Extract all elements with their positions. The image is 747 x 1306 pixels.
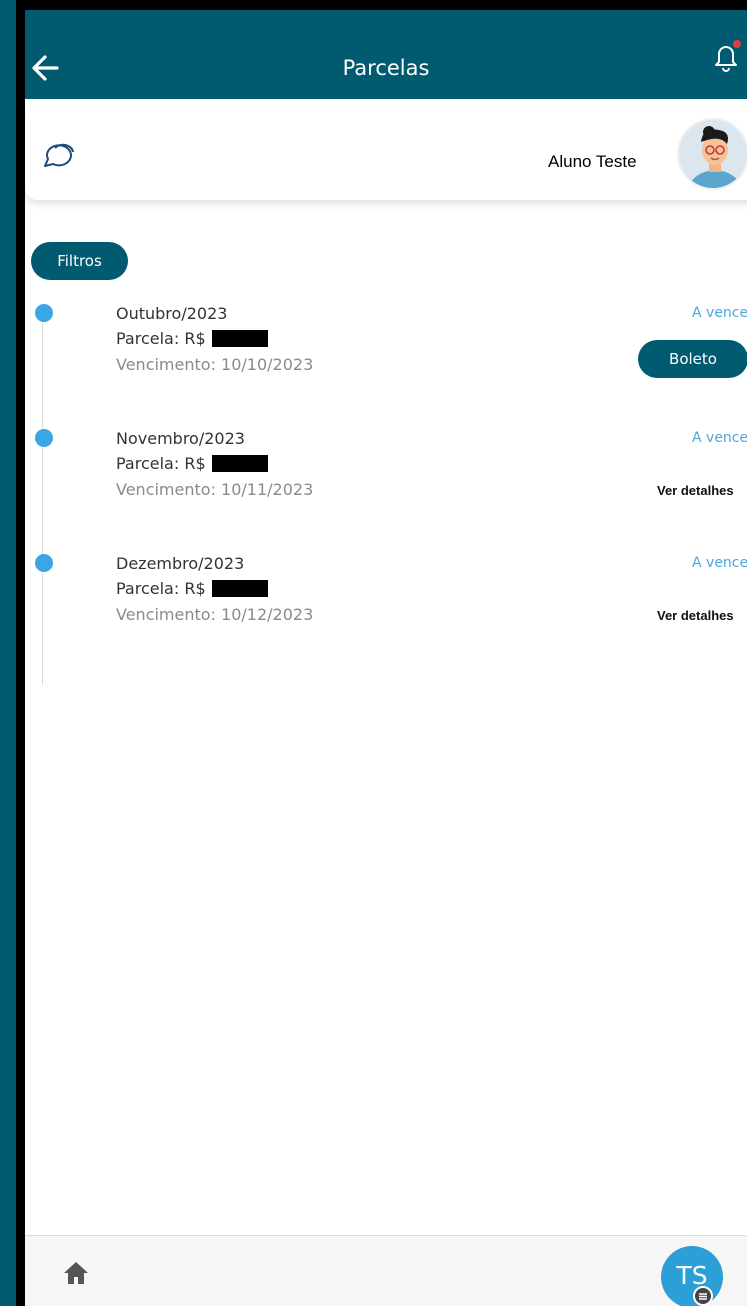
- status-badge: A vencer: [692, 430, 747, 446]
- redacted-amount: [211, 455, 268, 472]
- status-badge: A vencer: [692, 555, 747, 571]
- installment-amount: Parcela: R$: [116, 329, 268, 348]
- view-details-link[interactable]: Ver detalhes: [657, 608, 734, 623]
- view-details-link[interactable]: Ver detalhes: [657, 483, 734, 498]
- chat-button[interactable]: [41, 136, 77, 172]
- timeline-dot: [35, 554, 53, 572]
- boleto-button[interactable]: Boleto: [638, 340, 747, 378]
- timeline-dot: [35, 304, 53, 322]
- redacted-amount: [211, 580, 268, 597]
- device-frame-top: [0, 0, 747, 10]
- device-frame-bezel: [16, 10, 25, 1306]
- profile-card: Aluno Teste: [25, 108, 747, 200]
- installment-due-date: Vencimento: 10/11/2023: [116, 480, 314, 499]
- status-badge: A vencer: [692, 305, 747, 321]
- installment-due-date: Vencimento: 10/12/2023: [116, 605, 314, 624]
- installment-amount: Parcela: R$: [116, 579, 268, 598]
- redacted-amount: [211, 330, 268, 347]
- installment-amount-label: Parcela: R$: [116, 454, 206, 473]
- timeline-dot: [35, 429, 53, 447]
- app-screen: Parcelas Aluno Teste Filtros Outubro/202…: [25, 18, 747, 1306]
- installment-month: Outubro/2023: [116, 304, 228, 323]
- user-name: Aluno Teste: [548, 152, 637, 171]
- home-icon: [64, 1262, 88, 1284]
- page-title: Parcelas: [342, 56, 430, 80]
- chat-icon: [44, 143, 74, 167]
- installment-amount-label: Parcela: R$: [116, 579, 206, 598]
- user-menu-button[interactable]: TS: [661, 1246, 723, 1306]
- timeline-line: [42, 313, 43, 685]
- notification-badge: [733, 40, 741, 48]
- avatar[interactable]: [677, 118, 747, 190]
- menu-icon: [693, 1286, 713, 1306]
- installment-month: Novembro/2023: [116, 429, 245, 448]
- app-bar: Parcelas: [25, 18, 747, 99]
- installment-amount: Parcela: R$: [116, 454, 268, 473]
- home-button[interactable]: [61, 1258, 91, 1288]
- installment-amount-label: Parcela: R$: [116, 329, 206, 348]
- avatar-illustration: [679, 120, 747, 188]
- filters-button[interactable]: Filtros: [31, 242, 128, 280]
- installment-due-date: Vencimento: 10/10/2023: [116, 355, 314, 374]
- bottom-nav: TS: [25, 1235, 747, 1306]
- device-frame-left: [0, 0, 16, 1306]
- installment-month: Dezembro/2023: [116, 554, 245, 573]
